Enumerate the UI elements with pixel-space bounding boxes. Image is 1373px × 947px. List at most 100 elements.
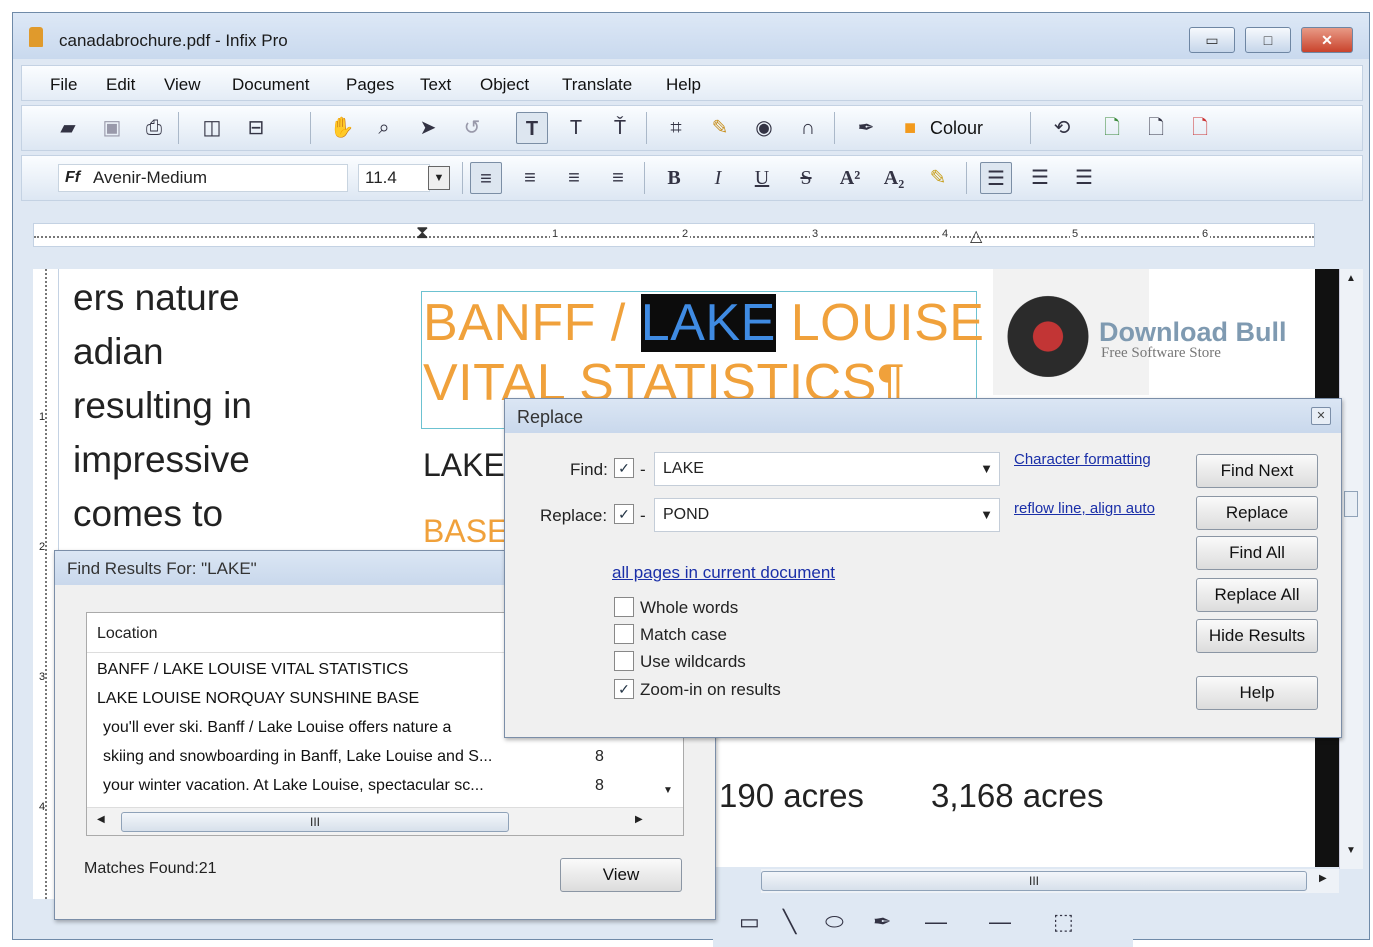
scroll-right-icon[interactable]: ▶ <box>1319 873 1327 884</box>
menu-view[interactable]: View <box>164 75 201 95</box>
font-size-field[interactable]: 11.4 <box>358 164 430 192</box>
help-button[interactable]: Help <box>1196 676 1318 710</box>
ellipse-icon[interactable]: ⬭ <box>825 909 844 935</box>
minimize-button[interactable]: ▭ <box>1189 27 1235 53</box>
text-frame-icon[interactable]: T <box>560 112 592 144</box>
page-properties-icon[interactable]: ◫ <box>196 112 228 144</box>
whole-words-checkbox[interactable] <box>614 597 634 617</box>
maximize-button[interactable]: □ <box>1245 27 1291 53</box>
align-center-icon[interactable]: ≡ <box>514 162 546 194</box>
tab-marker-icon[interactable]: △ <box>970 226 982 246</box>
hand-tool-icon[interactable]: ✋ <box>326 112 358 144</box>
menu-translate[interactable]: Translate <box>562 75 632 95</box>
list-item[interactable]: BANFF / LAKE LOUISE VITAL STATISTICS <box>97 661 408 679</box>
replace-input[interactable]: POND ▼ <box>654 498 1000 532</box>
character-formatting-link[interactable]: Character formatting <box>1014 451 1151 468</box>
zoom-in-checkbox[interactable]: ✓ <box>614 679 634 699</box>
list-item[interactable]: your winter vacation. At Lake Louise, sp… <box>103 777 484 795</box>
scroll-up-icon[interactable]: ▲ <box>1346 273 1356 284</box>
menu-document[interactable]: Document <box>232 75 309 95</box>
indent-marker-icon[interactable]: ⧗ <box>416 222 429 243</box>
font-size-dropdown[interactable]: ▼ <box>428 166 450 190</box>
strikethrough-icon[interactable]: S <box>790 162 822 194</box>
save-icon[interactable]: ▣ <box>96 112 128 144</box>
list-item[interactable]: you'll ever ski. Banff / Lake Louise off… <box>103 719 451 737</box>
menu-object[interactable]: Object <box>480 75 529 95</box>
line-spacing-single-icon[interactable]: ☰ <box>980 162 1012 194</box>
chevron-down-icon[interactable]: ▼ <box>980 453 993 485</box>
menu-text[interactable]: Text <box>420 75 451 95</box>
rectangle-icon[interactable]: ▭ <box>739 909 760 935</box>
align-left-icon[interactable]: ≡ <box>470 162 502 194</box>
scroll-down-icon[interactable]: ▼ <box>1346 845 1356 856</box>
eyedropper-icon[interactable]: ✒ <box>850 112 882 144</box>
replace-all-button[interactable]: Replace All <box>1196 578 1318 612</box>
find-enable-checkbox[interactable]: ✓ <box>614 458 634 478</box>
location-column-header[interactable]: Location <box>97 625 158 643</box>
font-name-field[interactable]: Ff Avenir-Medium <box>58 164 348 192</box>
snapshot-icon[interactable]: ◉ <box>748 112 780 144</box>
path-icon[interactable]: ∩ <box>792 112 824 144</box>
pen-icon[interactable]: ✒ <box>873 909 891 935</box>
find-next-button[interactable]: Find Next <box>1196 454 1318 488</box>
rotate-page-icon[interactable]: ⟲ <box>1046 112 1078 144</box>
undo-icon[interactable]: ↺ <box>456 112 488 144</box>
bold-icon[interactable]: B <box>658 162 690 194</box>
print-icon[interactable]: ⎙ <box>138 112 170 144</box>
results-hscrollbar[interactable]: ◀ III ▶ <box>87 807 683 835</box>
dialog-close-icon[interactable]: ✕ <box>1311 407 1331 425</box>
dash-style-icon[interactable]: — <box>989 909 1011 935</box>
reflow-link[interactable]: reflow line, align auto <box>1014 500 1155 517</box>
text-tool-icon[interactable]: T <box>516 112 548 144</box>
superscript-icon[interactable]: A² <box>834 162 866 194</box>
view-button[interactable]: View <box>560 858 682 892</box>
selection-box-icon[interactable]: ⬚ <box>1053 909 1074 935</box>
insert-page-icon[interactable]: 🗋 <box>1096 112 1128 144</box>
colour-label[interactable]: Colour <box>930 118 983 139</box>
replace-button[interactable]: Replace <box>1196 496 1318 530</box>
menu-pages[interactable]: Pages <box>346 75 394 95</box>
justify-icon[interactable]: ≡ <box>602 162 634 194</box>
list-item[interactable]: LAKE LOUISE NORQUAY SUNSHINE BASE <box>97 690 419 708</box>
crop-icon[interactable]: ⌗ <box>660 112 692 144</box>
match-case-checkbox[interactable] <box>614 624 634 644</box>
scroll-thumb[interactable]: III <box>121 812 509 832</box>
hide-results-button[interactable]: Hide Results <box>1196 619 1318 653</box>
open-icon[interactable]: ▰ <box>52 112 84 144</box>
link-icon[interactable]: ✎ <box>704 112 736 144</box>
scroll-left-icon[interactable]: ◀ <box>97 814 105 825</box>
find-input[interactable]: LAKE ▼ <box>654 452 1000 486</box>
use-wildcards-checkbox[interactable] <box>614 651 634 671</box>
scroll-down-icon[interactable]: ▼ <box>663 785 673 796</box>
zoom-icon[interactable]: ⌕ <box>368 112 400 144</box>
menu-file[interactable]: File <box>50 75 77 95</box>
underline-icon[interactable]: U <box>746 162 778 194</box>
menu-help[interactable]: Help <box>666 75 701 95</box>
replace-enable-checkbox[interactable]: ✓ <box>614 504 634 524</box>
heading-text[interactable]: BANFF / LAKE LOUISE VITAL STATISTICS¶ <box>423 293 984 413</box>
list-item[interactable]: skiing and snowboarding in Banff, Lake L… <box>103 748 492 766</box>
colour-swatch-icon[interactable]: ■ <box>894 112 926 144</box>
line-style-icon[interactable]: — <box>925 909 947 935</box>
scroll-thumb[interactable] <box>1344 491 1358 517</box>
scroll-thumb[interactable]: III <box>761 871 1307 891</box>
italic-icon[interactable]: I <box>702 162 734 194</box>
text-order-icon[interactable]: Ť <box>604 112 636 144</box>
menu-edit[interactable]: Edit <box>106 75 135 95</box>
line-spacing-wide-icon[interactable]: ☰ <box>1068 162 1100 194</box>
chevron-down-icon[interactable]: ▼ <box>980 499 993 531</box>
close-button[interactable]: ✕ <box>1301 27 1353 53</box>
subscript-icon[interactable]: A₂ <box>878 162 910 194</box>
scroll-right-icon[interactable]: ▶ <box>635 814 643 825</box>
extract-page-icon[interactable]: 🗋 <box>1140 112 1172 144</box>
line-spacing-medium-icon[interactable]: ☰ <box>1024 162 1056 194</box>
align-right-icon[interactable]: ≡ <box>558 162 590 194</box>
find-all-button[interactable]: Find All <box>1196 536 1318 570</box>
delete-page-icon[interactable]: 🗋 <box>1184 112 1216 144</box>
highlight-icon[interactable]: ✎ <box>922 162 954 194</box>
scope-link[interactable]: all pages in current document <box>612 563 835 583</box>
vertical-scrollbar[interactable]: ▲ ▼ <box>1339 269 1363 869</box>
line-icon[interactable]: ╲ <box>783 909 796 935</box>
select-arrow-icon[interactable]: ➤ <box>412 112 444 144</box>
page-size-icon[interactable]: ⊟ <box>240 112 272 144</box>
